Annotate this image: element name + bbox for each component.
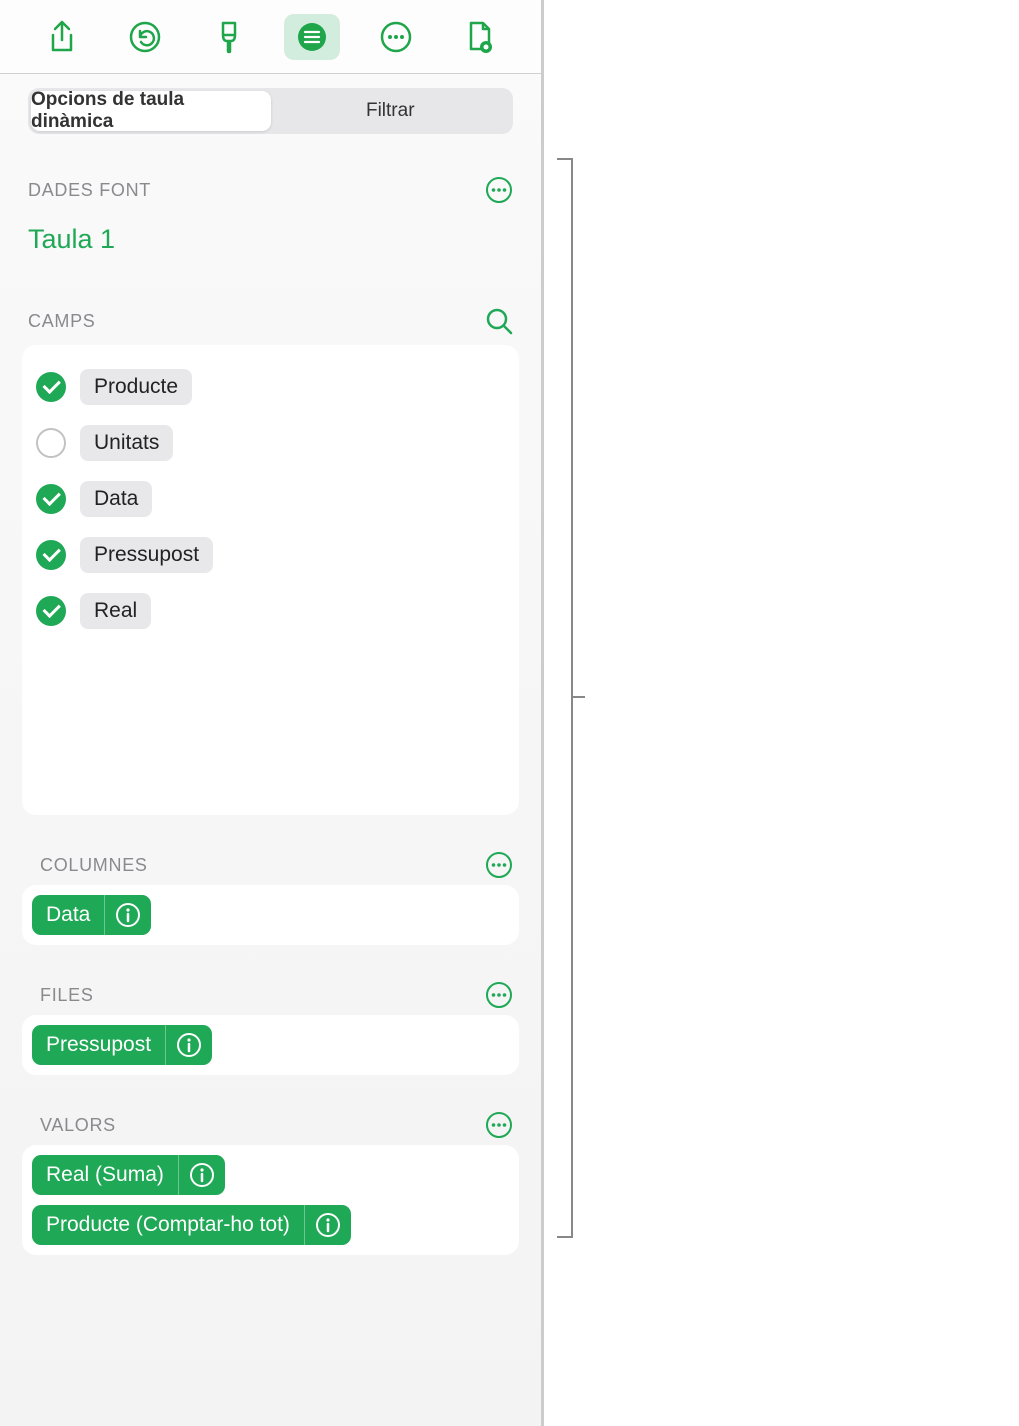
- pivot-sidebar: Opcions de taula dinàmica Filtrar DADES …: [0, 0, 544, 1426]
- format-button[interactable]: [201, 14, 257, 60]
- organize-icon: [295, 20, 329, 54]
- undo-icon: [128, 20, 162, 54]
- callout-bracket: [557, 158, 573, 1238]
- columns-zone[interactable]: Data: [22, 885, 519, 945]
- info-icon: [315, 1212, 341, 1238]
- tab-pivot-options[interactable]: Opcions de taula dinàmica: [31, 91, 271, 131]
- source-data-header: DADES FONT: [28, 176, 513, 204]
- fields-header: CAMPS: [28, 307, 513, 335]
- tab-bar: Opcions de taula dinàmica Filtrar: [28, 88, 513, 134]
- columns-label: COLUMNES: [40, 855, 148, 876]
- field-pill-real[interactable]: Real: [80, 593, 151, 629]
- field-checkbox[interactable]: [36, 596, 66, 626]
- row-pill-pressupost[interactable]: Pressupost: [32, 1025, 212, 1065]
- value-pill-real[interactable]: Real (Suma): [32, 1155, 225, 1195]
- field-pill-data[interactable]: Data: [80, 481, 152, 517]
- columns-header: COLUMNES: [40, 851, 513, 879]
- column-pill-data[interactable]: Data: [32, 895, 151, 935]
- field-checkbox[interactable]: [36, 484, 66, 514]
- value-pill-producte[interactable]: Producte (Comptar-ho tot): [32, 1205, 351, 1245]
- columns-more-icon[interactable]: [485, 851, 513, 879]
- pill-label: Real (Suma): [32, 1155, 179, 1195]
- field-checkbox[interactable]: [36, 428, 66, 458]
- pill-info-button[interactable]: [166, 1025, 212, 1065]
- document-icon: [464, 19, 494, 55]
- share-icon: [47, 20, 77, 54]
- source-data-label: DADES FONT: [28, 180, 151, 201]
- field-pill-producte[interactable]: Producte: [80, 369, 192, 405]
- callout-tick: [573, 696, 585, 698]
- values-label: VALORS: [40, 1115, 116, 1136]
- more-icon: [379, 20, 413, 54]
- field-checkbox[interactable]: [36, 540, 66, 570]
- rows-more-icon[interactable]: [485, 981, 513, 1009]
- pill-info-button[interactable]: [179, 1155, 225, 1195]
- rows-zone[interactable]: Pressupost: [22, 1015, 519, 1075]
- values-more-icon[interactable]: [485, 1111, 513, 1139]
- pill-label: Data: [32, 895, 105, 935]
- tab-filter[interactable]: Filtrar: [271, 91, 511, 131]
- values-header: VALORS: [40, 1111, 513, 1139]
- field-pill-unitats[interactable]: Unitats: [80, 425, 173, 461]
- source-more-icon[interactable]: [485, 176, 513, 204]
- field-row: Producte: [36, 359, 505, 415]
- pill-info-button[interactable]: [305, 1205, 351, 1245]
- values-zone[interactable]: Real (Suma) Producte (Comptar-ho tot): [22, 1145, 519, 1255]
- pill-label: Producte (Comptar-ho tot): [32, 1205, 305, 1245]
- share-button[interactable]: [34, 14, 90, 60]
- info-icon: [189, 1162, 215, 1188]
- paintbrush-icon: [213, 19, 245, 55]
- rows-label: FILES: [40, 985, 94, 1006]
- info-icon: [115, 902, 141, 928]
- field-row: Pressupost: [36, 527, 505, 583]
- search-icon[interactable]: [485, 307, 513, 335]
- field-row: Unitats: [36, 415, 505, 471]
- field-checkbox[interactable]: [36, 372, 66, 402]
- fields-label: CAMPS: [28, 311, 96, 332]
- rows-header: FILES: [40, 981, 513, 1009]
- organize-button[interactable]: [284, 14, 340, 60]
- source-table-name[interactable]: Taula 1: [28, 224, 513, 255]
- toolbar: [0, 0, 541, 74]
- undo-button[interactable]: [117, 14, 173, 60]
- pill-label: Pressupost: [32, 1025, 166, 1065]
- fields-list: Producte Unitats Data Pressupost Real: [22, 345, 519, 815]
- info-icon: [176, 1032, 202, 1058]
- field-pill-pressupost[interactable]: Pressupost: [80, 537, 213, 573]
- document-button[interactable]: [451, 14, 507, 60]
- more-button[interactable]: [368, 14, 424, 60]
- pill-info-button[interactable]: [105, 895, 151, 935]
- field-row: Data: [36, 471, 505, 527]
- field-row: Real: [36, 583, 505, 639]
